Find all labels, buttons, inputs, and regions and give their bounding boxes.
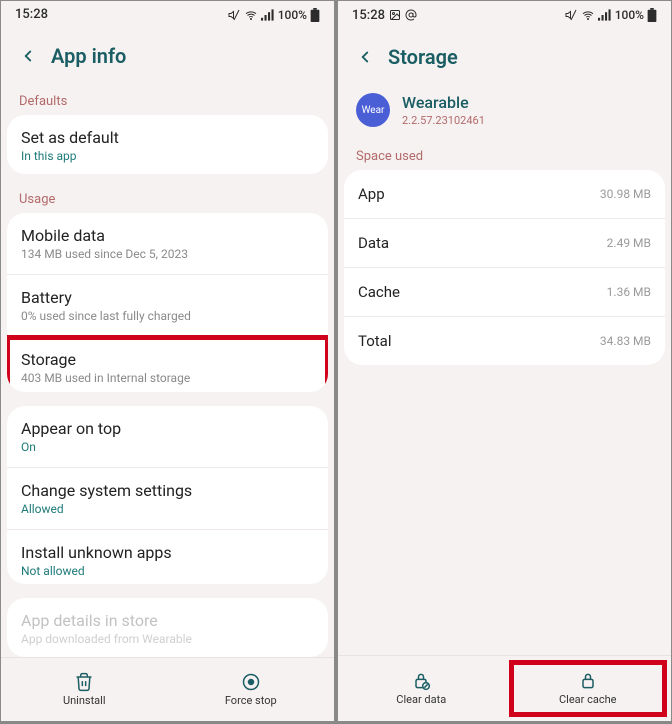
page-title: App info	[51, 44, 126, 68]
space-app-val: 30.98 MB	[600, 187, 651, 201]
install-unknown-sub: Not allowed	[21, 564, 314, 578]
change-system-sub: Allowed	[21, 502, 314, 516]
mobile-data-title: Mobile data	[21, 226, 314, 245]
statusbar: 15:28 100%	[1, 1, 334, 28]
status-left: 15:28	[352, 8, 417, 23]
mute-icon	[227, 9, 241, 21]
other-card: Appear on top On Change system settings …	[7, 406, 328, 585]
store-card: App details in store App downloaded from…	[7, 598, 328, 657]
section-defaults-label: Defaults	[1, 90, 334, 115]
app-name: Wearable	[402, 93, 485, 112]
page-header: Storage	[338, 29, 671, 91]
store-sub: App downloaded from Wearable	[21, 632, 314, 646]
clear-cache-button[interactable]: Clear cache	[505, 656, 672, 721]
install-unknown-title: Install unknown apps	[21, 543, 314, 562]
battery-row[interactable]: Battery 0% used since last fully charged	[7, 275, 328, 337]
stop-icon	[241, 672, 261, 692]
app-details-in-store-row[interactable]: App details in store App downloaded from…	[7, 598, 328, 657]
usage-card: Mobile data 134 MB used since Dec 5, 202…	[7, 213, 328, 392]
uninstall-button[interactable]: Uninstall	[1, 658, 168, 721]
clear-cache-icon	[578, 671, 598, 691]
space-data-val: 2.49 MB	[607, 236, 651, 250]
space-cache-val: 1.36 MB	[607, 285, 651, 299]
install-unknown-row[interactable]: Install unknown apps Not allowed	[7, 530, 328, 585]
wifi-icon	[581, 9, 595, 21]
back-icon[interactable]	[19, 47, 37, 65]
statusbar: 15:28 100%	[338, 1, 671, 29]
storage-row[interactable]: Storage 403 MB used in Internal storage	[7, 337, 328, 392]
mute-icon	[564, 9, 578, 21]
appear-on-top-row[interactable]: Appear on top On	[7, 406, 328, 468]
space-data-label: Data	[358, 234, 389, 252]
app-icon: Wear	[356, 93, 390, 127]
signal-icon	[261, 9, 275, 21]
page-header: App info	[1, 28, 334, 90]
storage-title: Storage	[21, 350, 314, 369]
screenshot-icon	[389, 9, 401, 21]
clear-data-button[interactable]: Clear data	[338, 656, 505, 721]
set-default-row[interactable]: Set as default In this app	[7, 115, 328, 174]
clear-data-icon	[411, 671, 431, 691]
defaults-card: Set as default In this app	[7, 115, 328, 174]
clear-cache-label: Clear cache	[559, 693, 617, 706]
clock: 15:28	[15, 7, 48, 22]
at-icon	[405, 9, 417, 21]
battery-title: Battery	[21, 288, 314, 307]
space-total-row: Total 34.83 MB	[344, 317, 665, 365]
battery-percent: 100%	[278, 8, 307, 22]
appear-on-top-sub: On	[21, 440, 314, 454]
appear-on-top-title: Appear on top	[21, 419, 314, 438]
store-title: App details in store	[21, 611, 314, 630]
space-cache-label: Cache	[358, 283, 400, 301]
mobile-data-sub: 134 MB used since Dec 5, 2023	[21, 247, 314, 261]
storage-sub: 403 MB used in Internal storage	[21, 371, 314, 385]
trash-icon	[74, 672, 94, 692]
set-default-sub: In this app	[21, 149, 314, 163]
status-icons: 100%	[227, 8, 320, 22]
space-app-row: App 30.98 MB	[344, 170, 665, 219]
mobile-data-row[interactable]: Mobile data 134 MB used since Dec 5, 202…	[7, 213, 328, 275]
space-app-label: App	[358, 185, 385, 203]
status-icons: 100%	[564, 8, 657, 22]
space-total-val: 34.83 MB	[600, 334, 651, 348]
battery-icon	[647, 8, 657, 22]
change-system-row[interactable]: Change system settings Allowed	[7, 468, 328, 530]
force-stop-label: Force stop	[225, 694, 277, 707]
bottom-bar: Uninstall Force stop	[1, 657, 334, 721]
signal-icon	[598, 9, 612, 21]
section-usage-label: Usage	[1, 188, 334, 213]
uninstall-label: Uninstall	[63, 694, 106, 707]
bottom-bar: Clear data Clear cache	[338, 655, 671, 721]
app-version: 2.2.57.23102461	[402, 114, 485, 127]
space-cache-row: Cache 1.36 MB	[344, 268, 665, 317]
clear-data-label: Clear data	[396, 693, 446, 706]
space-data-row: Data 2.49 MB	[344, 219, 665, 268]
space-card: App 30.98 MB Data 2.49 MB Cache 1.36 MB …	[344, 170, 665, 365]
space-total-label: Total	[358, 332, 392, 350]
app-header: Wear Wearable 2.2.57.23102461	[338, 91, 671, 145]
page-title: Storage	[388, 45, 458, 69]
battery-sub: 0% used since last fully charged	[21, 309, 314, 323]
force-stop-button[interactable]: Force stop	[168, 658, 335, 721]
battery-percent: 100%	[615, 8, 644, 22]
set-default-title: Set as default	[21, 128, 314, 147]
change-system-title: Change system settings	[21, 481, 314, 500]
wifi-icon	[244, 9, 258, 21]
section-space-label: Space used	[338, 145, 671, 170]
back-icon[interactable]	[356, 48, 374, 66]
battery-icon	[310, 8, 320, 22]
left-phone-screen: 15:28 100% App info Defaults Set as defa…	[0, 0, 335, 722]
clock: 15:28	[352, 8, 385, 23]
right-phone-screen: 15:28 100% St	[337, 0, 672, 722]
app-info: Wearable 2.2.57.23102461	[402, 93, 485, 127]
